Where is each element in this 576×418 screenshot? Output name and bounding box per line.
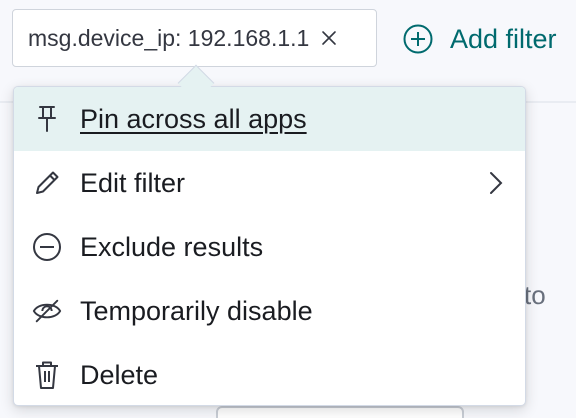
plus-circle-icon: [403, 24, 433, 54]
background-panel: [216, 406, 464, 418]
close-icon[interactable]: [321, 30, 337, 46]
menu-item-delete[interactable]: Delete: [14, 343, 525, 405]
discover-filter-bar: to msg.device_ip: 192.168.1.1 Add filter: [0, 0, 576, 418]
menu-item-label: Temporarily disable: [80, 295, 313, 326]
chevron-right-icon: [489, 171, 503, 195]
menu-item-temporarily-disable[interactable]: Temporarily disable: [14, 279, 525, 343]
pin-icon: [32, 104, 62, 134]
pencil-icon: [32, 168, 62, 198]
add-filter-label: Add filter: [450, 23, 557, 54]
menu-item-exclude-results[interactable]: Exclude results: [14, 215, 525, 279]
eye-closed-icon: [32, 296, 62, 326]
menu-item-edit-filter[interactable]: Edit filter: [14, 151, 525, 215]
menu-item-label: Delete: [80, 359, 159, 390]
add-filter-button[interactable]: Add filter: [403, 20, 557, 58]
filter-pill-label[interactable]: msg.device_ip: 192.168.1.1: [28, 25, 309, 52]
background-text: to: [524, 280, 546, 310]
menu-item-label: Exclude results: [80, 231, 264, 262]
trash-icon: [32, 360, 62, 390]
menu-item-pin[interactable]: Pin across all apps: [14, 87, 525, 151]
menu-item-label: Pin across all apps: [80, 103, 307, 134]
filter-pill[interactable]: msg.device_ip: 192.168.1.1: [12, 9, 377, 67]
minus-circle-icon: [32, 232, 62, 262]
menu-item-label: Edit filter: [80, 167, 186, 198]
filter-context-menu: Pin across all apps Edit filter Exclude …: [13, 86, 526, 406]
